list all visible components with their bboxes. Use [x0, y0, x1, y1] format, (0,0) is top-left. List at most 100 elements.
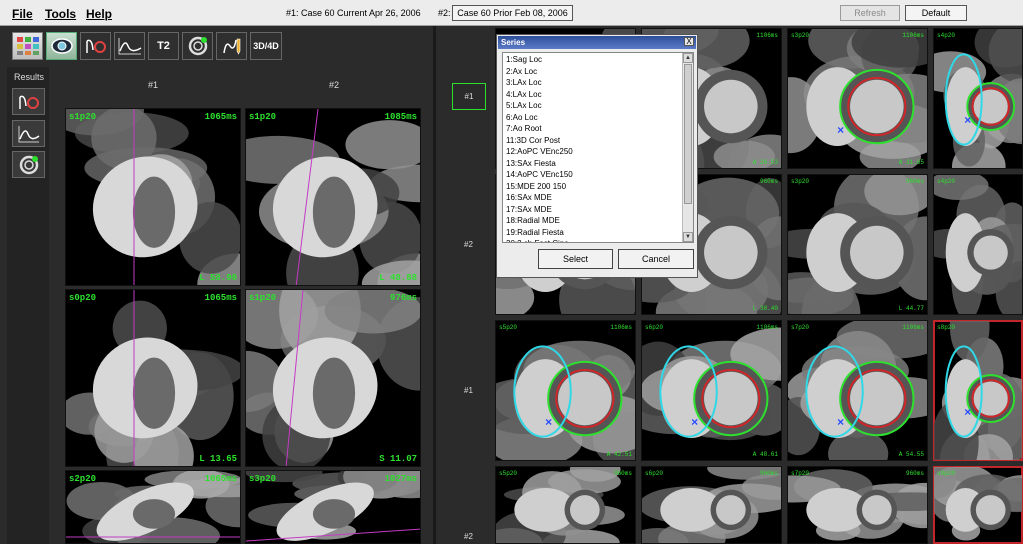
- rv-insertion-marker[interactable]: ×: [691, 415, 698, 429]
- trigger-time-label: 960ms: [905, 178, 924, 185]
- scroll-down-icon[interactable]: ▼: [683, 232, 693, 242]
- curve-results-icon: [18, 125, 39, 142]
- mri-image-cell[interactable]: s8p20: [933, 466, 1023, 544]
- default-button[interactable]: Default: [905, 5, 967, 21]
- cancel-button[interactable]: Cancel: [618, 249, 694, 269]
- series-list-item[interactable]: 5:LAx Loc: [506, 101, 542, 110]
- slice-location-label: L 38.40: [752, 305, 778, 312]
- slice-phase-label: s3p20: [791, 178, 810, 185]
- slice-phase-label: s7p20: [791, 324, 810, 331]
- series-list-item[interactable]: 7:Ao Root: [506, 124, 542, 133]
- viewport2-case-selector[interactable]: Case 60 Prior Feb 08, 2006: [452, 5, 573, 21]
- trigger-time-label: 1106ms: [902, 32, 924, 39]
- series-list-item[interactable]: 19:Radial Fiesta: [506, 228, 564, 237]
- trigger-time-label: 1106ms: [610, 324, 632, 331]
- mri-image-cell[interactable]: × s8p20: [933, 320, 1023, 461]
- slice-location-label: L 58.90: [199, 273, 237, 283]
- mri-image-cell[interactable]: × s5p20 1106ms A 42.51: [495, 320, 636, 461]
- mri-image: [934, 175, 1022, 314]
- series-list-item[interactable]: 15:MDE 200 150: [506, 182, 566, 191]
- mri-image-cell[interactable]: s6p20 960ms: [641, 466, 782, 544]
- slice-phase-label: s7p20: [791, 470, 810, 477]
- trigger-time-label: 976ms: [389, 293, 417, 303]
- rv-insertion-marker[interactable]: ×: [964, 405, 971, 419]
- rv-insertion-marker[interactable]: ×: [837, 123, 844, 137]
- mri-image-cell[interactable]: s3p20 1027ms: [245, 470, 421, 544]
- trigger-time-label: 1085ms: [384, 112, 417, 122]
- menu-tools[interactable]: Tools: [45, 7, 76, 21]
- trigger-time-label: 1065ms: [204, 293, 237, 303]
- series-list-item[interactable]: 1:Sag Loc: [506, 55, 542, 64]
- slice-location-label: A 31.65: [898, 159, 924, 166]
- image-grid-tool-button[interactable]: [12, 32, 43, 60]
- mri-image-cell[interactable]: × s6p20 1106ms A 48.61: [641, 320, 782, 461]
- slice-location-label: L 48.88: [379, 273, 417, 283]
- mri-image: [246, 109, 420, 285]
- close-icon[interactable]: X: [684, 37, 694, 46]
- trigger-time-label: 1065ms: [204, 474, 237, 484]
- series-list-item[interactable]: 16:SAx MDE: [506, 193, 552, 202]
- t2-mapping-tool-button[interactable]: T2: [148, 32, 179, 60]
- series-list-item[interactable]: 2:Ax Loc: [506, 67, 537, 76]
- myocardial-evaluation-tool-button[interactable]: [182, 32, 213, 60]
- 3d-4d-tool-button[interactable]: 3D/4D: [250, 32, 282, 60]
- mri-image: [788, 469, 927, 541]
- series-list[interactable]: 1:Sag Loc 2:Ax Loc 3:LAx Loc 4:LAx Loc 5:LAx…: [502, 52, 694, 243]
- mri-image-cell[interactable]: s4p20: [933, 174, 1023, 315]
- pencil-tool-button[interactable]: [216, 32, 247, 60]
- series-list-item[interactable]: 3:LAx Loc: [506, 78, 542, 87]
- series-list-item[interactable]: 4:LAx Loc: [506, 90, 542, 99]
- slice-phase-label: s6p20: [645, 324, 664, 331]
- slice-phase-label: s1p20: [249, 112, 277, 122]
- heart-eye-icon: [50, 38, 73, 54]
- results-myocardium-button[interactable]: [12, 151, 45, 178]
- rv-insertion-marker[interactable]: ×: [964, 113, 971, 127]
- mri-image-cell[interactable]: × s7p20 1106ms A 54.55: [787, 320, 928, 461]
- rv-insertion-marker[interactable]: ×: [545, 415, 552, 429]
- mri-image-cell[interactable]: s3p20 960ms L 44.77: [787, 174, 928, 315]
- mri-image-cell[interactable]: s0p20 1065ms L 13.65: [65, 289, 241, 467]
- results-curve-button[interactable]: [12, 120, 45, 147]
- mri-image-cell[interactable]: × s3p20 1106ms A 31.65: [787, 28, 928, 169]
- mri-image: ×: [496, 340, 635, 460]
- select-button[interactable]: Select: [538, 249, 613, 269]
- heart-function-tool-button[interactable]: [46, 32, 77, 60]
- series-list-scrollbar[interactable]: ▲ ▼: [682, 53, 693, 242]
- mri-image-cell[interactable]: s7p20 960ms: [787, 466, 928, 544]
- rv-insertion-marker[interactable]: ×: [837, 415, 844, 429]
- menu-help[interactable]: Help: [86, 7, 112, 21]
- mri-image: ×: [934, 29, 1022, 168]
- trigger-time-label: 1065ms: [204, 112, 237, 122]
- series-list-item[interactable]: 12:AoPC VEnc250: [506, 147, 573, 156]
- mri-image-cell[interactable]: s1p20 1085ms L 48.88: [245, 108, 421, 286]
- series-list-item[interactable]: 6:Ao Loc: [506, 113, 538, 122]
- slice-phase-label: s5p20: [499, 324, 518, 331]
- selected-series-box[interactable]: #1: [452, 83, 486, 110]
- series-list-item[interactable]: 20:2 ch Fast Cine: [506, 239, 569, 242]
- flow-analysis-tool-button[interactable]: [80, 32, 111, 60]
- mri-image-cell[interactable]: s5p20 960ms: [495, 466, 636, 544]
- series-list-item[interactable]: 13:SAx Fiesta: [506, 159, 556, 168]
- series-dialog: Series X 1:Sag Loc 2:Ax Loc 3:LAx Loc 4:LAx…: [496, 34, 698, 278]
- menu-file[interactable]: File: [12, 7, 33, 21]
- trigger-time-label: 960ms: [905, 470, 924, 477]
- time-intensity-curve-icon: [118, 38, 141, 55]
- signal-curve-tool-button[interactable]: [114, 32, 145, 60]
- mri-image-cell[interactable]: s2p20 1065ms: [65, 470, 241, 544]
- series-list-item[interactable]: 11:3D Cor Post: [506, 136, 560, 145]
- scroll-up-icon[interactable]: ▲: [683, 53, 693, 63]
- series-list-item[interactable]: 14:AoPC VEnc150: [506, 170, 573, 179]
- right-row-label-2: #2: [464, 240, 473, 249]
- results-flow-button[interactable]: [12, 88, 45, 115]
- slice-location-label: A 26.53: [752, 159, 778, 166]
- app-window: File Tools Help #1: Case 60 Current Apr …: [0, 0, 1023, 544]
- mri-image-cell[interactable]: s1p20 976ms S 11.07: [245, 289, 421, 467]
- series-dialog-titlebar[interactable]: Series: [498, 36, 696, 49]
- slice-location-label: L 13.65: [199, 454, 237, 464]
- scroll-thumb[interactable]: [684, 64, 692, 204]
- series-list-item[interactable]: 18:Radial MDE: [506, 216, 560, 225]
- refresh-button[interactable]: Refresh: [840, 5, 900, 21]
- series-list-item[interactable]: 17:SAx MDE: [506, 205, 552, 214]
- mri-image-cell[interactable]: s1p20 1065ms L 58.90: [65, 108, 241, 286]
- mri-image-cell[interactable]: × s4p20: [933, 28, 1023, 169]
